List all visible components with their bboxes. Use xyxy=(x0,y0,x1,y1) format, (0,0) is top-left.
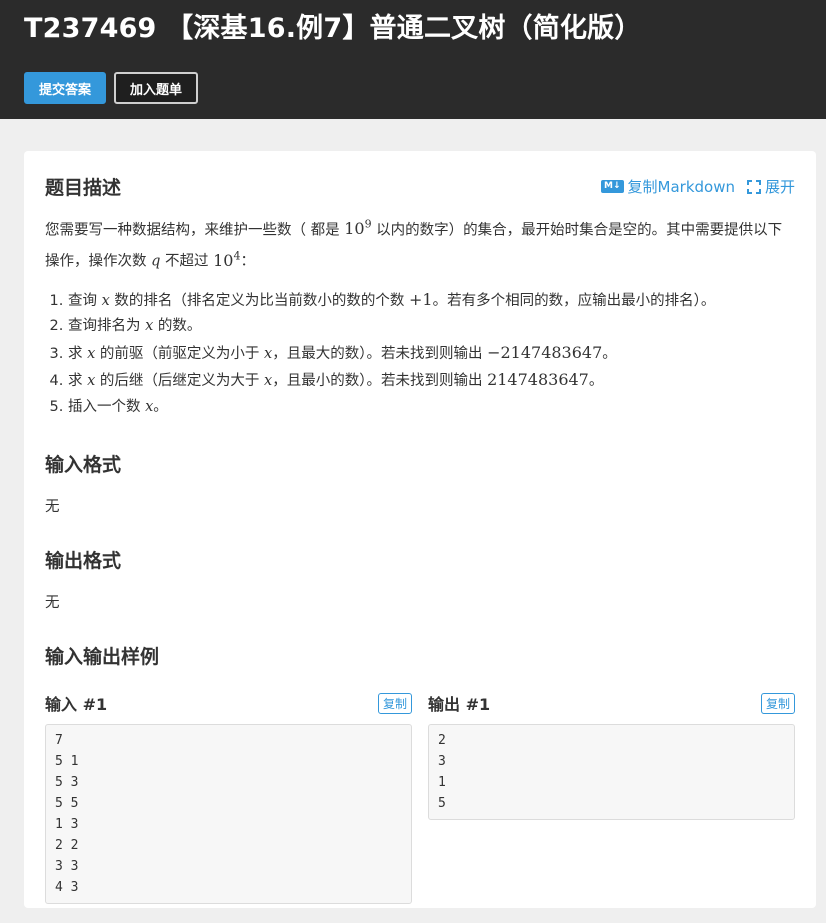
op-text: 数的排名（排名定义为比当前数小的数的个数 xyxy=(109,292,410,309)
pow1-base: 10 xyxy=(344,219,365,239)
header-actions: 提交答案 加入题单 xyxy=(24,72,199,104)
input-format-heading: 输入格式 xyxy=(45,454,122,477)
math-num: −2147483647 xyxy=(487,342,603,362)
expand-icon xyxy=(746,179,761,194)
copy-input-button[interactable]: 复制 xyxy=(377,692,412,714)
op-text: 求 xyxy=(68,373,88,390)
desc-part-3: 不超过 xyxy=(160,253,214,270)
markdown-icon: M↓ xyxy=(601,180,624,193)
samples-heading: 输入输出样例 xyxy=(45,646,160,669)
samples-section: 输入输出样例 输入 #1 复制 7 5 1 5 3 5 5 1 3 2 2 3 … xyxy=(45,642,795,905)
sample-input-header: 输入 #1 复制 xyxy=(45,691,412,715)
math-pow-1: 109 xyxy=(344,218,372,239)
copy-output-button[interactable]: 复制 xyxy=(760,692,795,714)
op-text: 。 xyxy=(588,373,604,390)
math-q: q xyxy=(151,253,161,270)
expand-button[interactable]: 展开 xyxy=(746,176,795,197)
math-num: +1 xyxy=(409,289,433,309)
output-format-heading: 输出格式 xyxy=(45,550,122,573)
description-heading: 题目描述 xyxy=(45,177,122,199)
list-item: 查询 x 数的排名（排名定义为比当前数小的数的个数 +1。若有多个相同的数，应输… xyxy=(68,287,795,315)
op-text: 的后继（后继定义为大于 xyxy=(95,373,265,390)
description-tools: M↓ 复制Markdown 展开 xyxy=(601,176,795,197)
sample-input-column: 输入 #1 复制 7 5 1 5 3 5 5 1 3 2 2 3 3 4 3 xyxy=(45,691,412,905)
input-format-text: 无 xyxy=(45,499,60,516)
desc-part-1: 您需要写一种数据结构，来维护一些数（ 都是 xyxy=(45,222,345,239)
description-text: 您需要写一种数据结构，来维护一些数（ 都是 109 以内的数字）的集合，最开始时… xyxy=(45,212,795,275)
pow2-base: 10 xyxy=(213,250,234,270)
sample-output-header: 输出 #1 复制 xyxy=(428,691,795,715)
sample-output-column: 输出 #1 复制 2 3 1 5 xyxy=(428,691,795,904)
sample-input-box: 7 5 1 5 3 5 5 1 3 2 2 3 3 4 3 xyxy=(45,724,412,905)
desc-part-4: ： xyxy=(240,253,255,270)
math-x: x xyxy=(264,345,273,362)
input-format-section: 输入格式 无 xyxy=(45,450,795,516)
math-x: x xyxy=(101,292,110,309)
description-header: 题目描述 M↓ 复制Markdown 展开 xyxy=(45,173,795,200)
problem-card: 题目描述 M↓ 复制Markdown 展开 您需要写一种数据结构，来维护一些数（… xyxy=(24,151,816,908)
expand-label: 展开 xyxy=(764,178,795,196)
list-item: 求 x 的后继（后继定义为大于 x，且最小的数）。若未找到则输出 2147483… xyxy=(68,367,795,395)
op-text: 。 xyxy=(602,345,617,362)
samples-wrap: 输入 #1 复制 7 5 1 5 3 5 5 1 3 2 2 3 3 4 3 输… xyxy=(45,691,795,905)
op-text: ，且最小的数）。若未找到则输出 xyxy=(272,373,488,390)
submit-answer-button[interactable]: 提交答案 xyxy=(24,72,107,104)
op-text: ，且最大的数）。若未找到则输出 xyxy=(272,345,488,362)
op-text: 的数。 xyxy=(153,318,202,335)
op-text: 。若有多个相同的数，应输出最小的排名）。 xyxy=(432,292,716,309)
problem-header: T237469 【深基16.例7】普通二叉树（简化版） 提交答案 加入题单 xyxy=(0,0,826,119)
list-item: 插入一个数 x。 xyxy=(68,395,795,421)
operations-list: 查询 x 数的排名（排名定义为比当前数小的数的个数 +1。若有多个相同的数，应输… xyxy=(45,287,795,421)
output-format-section: 输出格式 无 xyxy=(45,546,795,612)
op-text: 插入一个数 xyxy=(68,398,146,415)
list-item: 求 x 的前驱（前驱定义为小于 x，且最大的数）。若未找到则输出 −214748… xyxy=(68,340,795,368)
math-x: x xyxy=(264,373,273,390)
op-text: 求 xyxy=(68,345,88,362)
op-text: 的前驱（前驱定义为小于 xyxy=(95,345,265,362)
pow1-exp: 9 xyxy=(364,218,372,231)
op-text: 查询排名为 xyxy=(68,318,146,335)
math-num: 2147483647 xyxy=(487,370,589,390)
copy-markdown-label: 复制Markdown xyxy=(627,178,735,196)
problem-title: T237469 【深基16.例7】普通二叉树（简化版） xyxy=(24,13,642,44)
output-format-text: 无 xyxy=(45,595,60,612)
add-to-list-button[interactable]: 加入题单 xyxy=(114,72,199,104)
list-item: 查询排名为 x 的数。 xyxy=(68,314,795,340)
op-text: 。 xyxy=(153,398,168,415)
math-pow-2: 104 xyxy=(213,249,240,270)
sample-output-box: 2 3 1 5 xyxy=(428,724,795,821)
copy-markdown-button[interactable]: M↓ 复制Markdown xyxy=(601,176,735,197)
op-text: 查询 xyxy=(68,292,102,309)
sample-output-label: 输出 #1 xyxy=(428,695,491,715)
sample-input-label: 输入 #1 xyxy=(45,695,108,715)
